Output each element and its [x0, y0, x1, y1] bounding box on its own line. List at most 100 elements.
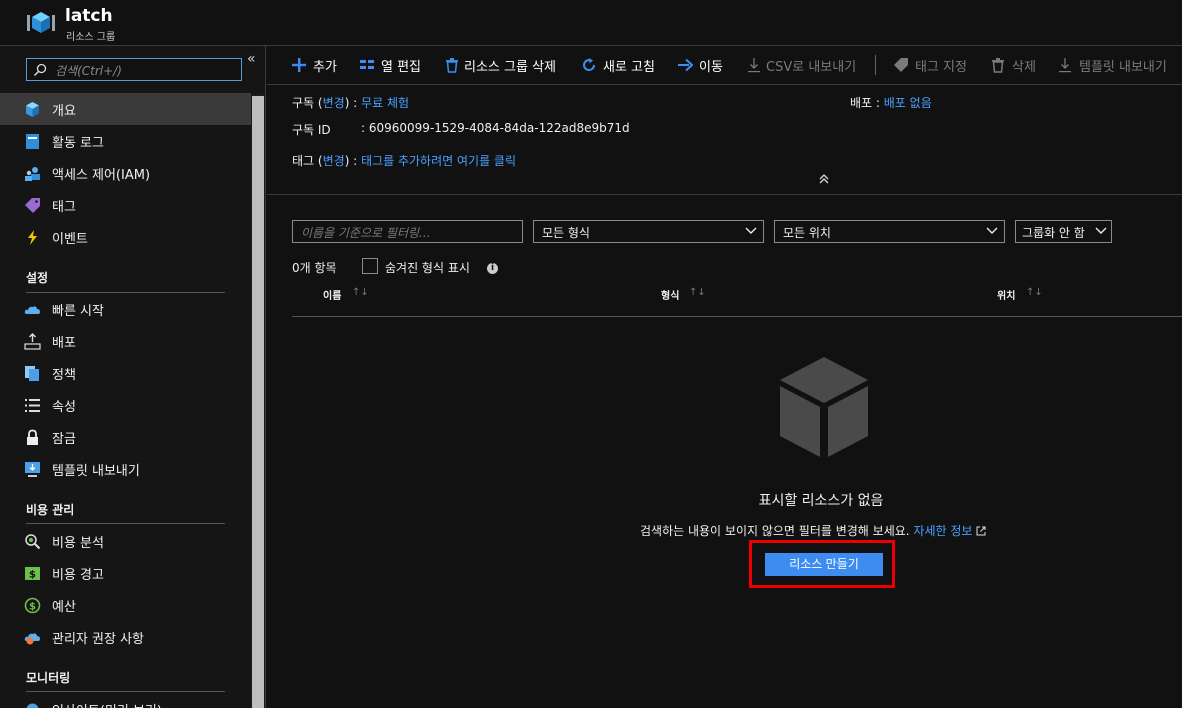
assign-tags-button[interactable]: 태그 지정: [893, 55, 973, 75]
columns-icon: [360, 60, 374, 69]
move-button[interactable]: 이동: [677, 55, 727, 75]
export-csv-button[interactable]: CSV로 내보내기: [746, 55, 861, 75]
section-divider: [26, 691, 225, 692]
column-header-name[interactable]: 이름: [323, 287, 341, 302]
sidebar-item-deployments[interactable]: 배포: [0, 325, 251, 357]
sidebar-item-budgets[interactable]: $ 예산: [0, 589, 251, 621]
item-count: 0개 항목: [292, 261, 337, 275]
refresh-button[interactable]: 새로 고침: [581, 55, 661, 75]
empty-state-description-text: 검색하는 내용이 보이지 않으면 필터를 변경해 보세요.: [640, 524, 910, 538]
subscription-id-row: : 60960099-1529-4084-84da-122ad8e9b71d: [361, 121, 630, 135]
collapse-sidebar-button[interactable]: «: [247, 51, 256, 67]
delete-button[interactable]: 삭제: [990, 55, 1040, 75]
name-filter-input[interactable]: 이름을 기준으로 필터링...: [292, 220, 523, 243]
grouping-dropdown[interactable]: 그룹화 안 함: [1015, 220, 1112, 243]
add-tags-link[interactable]: 태그를 추가하려면 여기를 클릭: [361, 154, 516, 168]
column-header-location[interactable]: 위치: [997, 287, 1015, 302]
sidebar-item-cost-analysis[interactable]: 비용 분석: [0, 525, 251, 557]
subscription-value-link[interactable]: 무료 체험: [361, 96, 409, 110]
chevron-down-icon: [986, 227, 998, 234]
refresh-icon: [583, 58, 596, 72]
column-header-type[interactable]: 형식: [661, 287, 679, 302]
search-input[interactable]: 검색(Ctrl+/): [26, 58, 242, 81]
create-resource-button[interactable]: 리소스 만들기: [765, 553, 883, 576]
trash-icon: [992, 58, 1004, 73]
budget-icon: $: [24, 597, 41, 614]
arrow-right-icon: [678, 58, 693, 72]
sidebar-item-label: 관리자 권장 사항: [52, 632, 144, 647]
delete-resource-group-label: 리소스 그룹 삭제: [464, 60, 556, 75]
subscription-row: 구독 (변경) : 무료 체험: [292, 96, 410, 110]
sidebar-item-tags[interactable]: 태그: [0, 189, 251, 221]
sort-icon[interactable]: ↑↓: [689, 287, 706, 298]
sidebar-item-label: 빠른 시작: [52, 304, 104, 319]
type-filter-dropdown[interactable]: 모든 형식: [533, 220, 764, 243]
sidebar-item-label: 속성: [52, 400, 76, 415]
sidebar-scrollbar-thumb[interactable]: [252, 96, 264, 708]
advisor-icon: [24, 633, 40, 645]
download-icon: [1059, 58, 1071, 73]
grouping-value: 그룹화 안 함: [1022, 226, 1085, 240]
lightning-icon: [28, 230, 37, 245]
sidebar-item-label: 태그: [52, 200, 76, 215]
change-subscription-link[interactable]: 변경: [323, 96, 345, 110]
sidebar-item-iam[interactable]: 액세스 제어(IAM): [0, 157, 251, 189]
sort-icon[interactable]: ↑↓: [352, 287, 369, 298]
sidebar-item-cost-alerts[interactable]: $ 비용 경고: [0, 557, 251, 589]
essentials-panel: 구독 (변경) : 무료 체험 구독 ID : 60960099-1529-40…: [267, 84, 1182, 195]
svg-text:$: $: [29, 601, 36, 612]
search-icon: [33, 63, 47, 77]
sidebar-item-insights[interactable]: 인사이트(미리 보기): [0, 693, 251, 708]
empty-state-title: 표시할 리소스가 없음: [758, 493, 884, 509]
plus-icon: [292, 58, 306, 72]
sidebar-item-events[interactable]: 이벤트: [0, 221, 251, 253]
sidebar-item-label: 비용 분석: [52, 536, 104, 551]
add-button[interactable]: 추가: [291, 55, 341, 75]
deployment-row: 배포 : 배포 없음: [850, 96, 932, 110]
deployment-label: 배포: [850, 96, 873, 110]
sidebar-item-label: 잠금: [52, 432, 76, 447]
edit-columns-button[interactable]: 열 편집: [359, 55, 429, 75]
sidebar-item-advisor[interactable]: 관리자 권장 사항: [0, 621, 251, 653]
empty-cube-icon: [780, 357, 868, 457]
collapse-essentials-icon[interactable]: [819, 174, 829, 184]
search-placeholder: 검색(Ctrl+/): [55, 64, 122, 78]
sidebar-item-export-template[interactable]: 템플릿 내보내기: [0, 453, 251, 485]
command-bar: 추가 열 편집 리소스 그룹 삭제 새로 고침 이동 CSV로 내보내기 태그 …: [267, 46, 1182, 84]
properties-icon: [25, 399, 40, 412]
learn-more-link[interactable]: 자세한 정보: [913, 524, 972, 538]
export-template-label: 템플릿 내보내기: [1079, 60, 1167, 75]
assign-tags-label: 태그 지정: [915, 60, 967, 75]
location-filter-dropdown[interactable]: 모든 위치: [774, 220, 1005, 243]
export-template-button[interactable]: 템플릿 내보내기: [1057, 55, 1177, 75]
sidebar-item-overview[interactable]: 개요: [0, 93, 251, 125]
tag-icon: [894, 58, 908, 72]
sidebar-item-quickstart[interactable]: 빠른 시작: [0, 293, 251, 325]
deployment-value-link[interactable]: 배포 없음: [884, 96, 932, 110]
sidebar-item-label: 정책: [52, 368, 76, 383]
edit-columns-label: 열 편집: [381, 60, 422, 75]
location-filter-value: 모든 위치: [783, 226, 831, 240]
sidebar-item-label: 액세스 제어(IAM): [52, 168, 151, 183]
change-tags-link[interactable]: 변경: [323, 154, 345, 168]
resource-group-type: 리소스 그룹: [66, 32, 116, 43]
tag-icon: [25, 198, 40, 213]
sidebar-item-label: 템플릿 내보내기: [52, 464, 140, 479]
delete-label: 삭제: [1012, 60, 1036, 75]
info-icon[interactable]: i: [487, 263, 498, 274]
title-bar: latch 리소스 그룹: [0, 0, 1182, 46]
insights-icon: [26, 703, 39, 708]
sidebar-item-policies[interactable]: 정책: [0, 357, 251, 389]
refresh-label: 새로 고침: [603, 60, 655, 75]
tags-label: 태그: [292, 154, 315, 168]
chevron-down-icon: [745, 227, 757, 234]
cost-analysis-icon: [25, 534, 41, 550]
sidebar-item-properties[interactable]: 속성: [0, 389, 251, 421]
delete-resource-group-button[interactable]: 리소스 그룹 삭제: [444, 55, 564, 75]
show-hidden-types-checkbox[interactable]: [362, 258, 378, 274]
svg-text:$: $: [29, 570, 36, 581]
sidebar-item-activity-log[interactable]: 활동 로그: [0, 125, 251, 157]
type-filter-value: 모든 형식: [542, 226, 590, 240]
sidebar-item-locks[interactable]: 잠금: [0, 421, 251, 453]
sort-icon[interactable]: ↑↓: [1026, 287, 1043, 298]
